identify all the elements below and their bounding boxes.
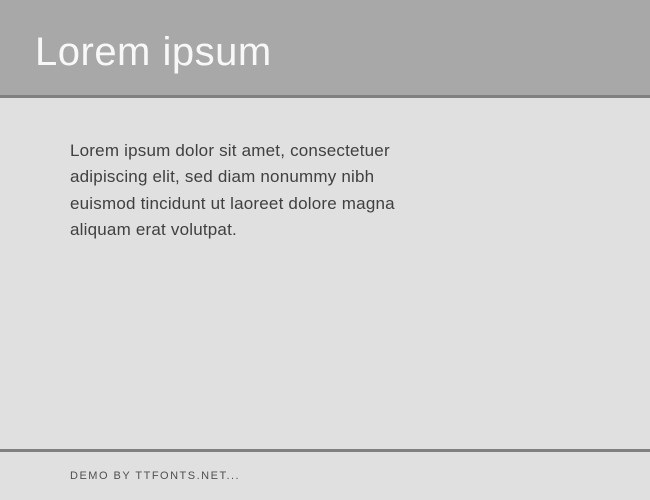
footer-credit: DEMO BY TTFONTS.NET... [70, 470, 580, 482]
page-title: Lorem ipsum [35, 30, 615, 75]
header-banner: Lorem ipsum [0, 0, 650, 98]
content-area: Lorem ipsum dolor sit amet, consectetuer… [0, 98, 650, 449]
body-paragraph: Lorem ipsum dolor sit amet, consectetuer… [70, 138, 410, 243]
footer-bar: DEMO BY TTFONTS.NET... [0, 449, 650, 500]
